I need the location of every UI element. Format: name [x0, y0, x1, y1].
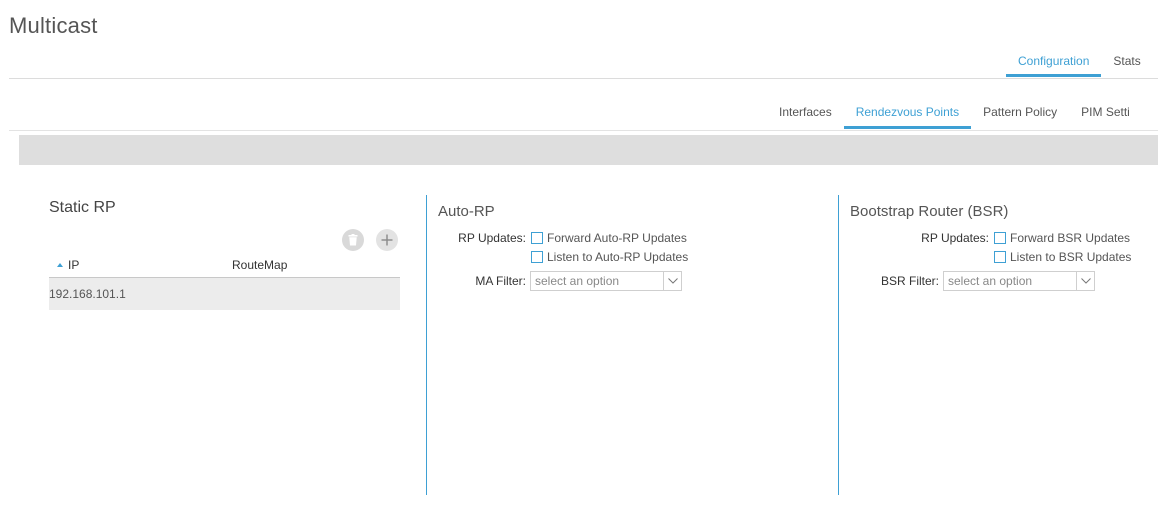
ma-filter-select[interactable]: select an option: [530, 271, 682, 291]
column-header-routemap[interactable]: RouteMap: [232, 258, 287, 272]
tab-stats[interactable]: Stats: [1101, 54, 1152, 79]
top-tabs: Configuration Stats: [1006, 54, 1153, 79]
auto-rp-title: Auto-RP: [438, 203, 495, 220]
tab-interfaces[interactable]: Interfaces: [767, 105, 844, 131]
trash-icon: [348, 234, 358, 246]
add-button[interactable]: [376, 229, 398, 251]
bsr-filter-label: BSR Filter:: [880, 274, 939, 288]
bsr-filter-select[interactable]: select an option: [943, 271, 1095, 291]
listen-bsr-label: Listen to BSR Updates: [1010, 250, 1132, 264]
listen-auto-rp-label: Listen to Auto-RP Updates: [547, 250, 689, 264]
top-tabs-divider: [9, 78, 1158, 79]
forward-bsr-checkbox[interactable]: [994, 232, 1006, 244]
page-title: Multicast: [9, 13, 98, 38]
chevron-down-icon: [667, 278, 678, 284]
bsr-filter-placeholder: select an option: [948, 274, 1033, 288]
table-header: IP RouteMap: [49, 255, 400, 278]
ma-filter-label: MA Filter:: [475, 274, 526, 288]
listen-auto-rp-checkbox[interactable]: [531, 251, 543, 263]
panel-divider-left: [426, 195, 427, 495]
forward-auto-rp-label: Forward Auto-RP Updates: [547, 231, 687, 245]
page: Multicast Configuration Stats Interfaces…: [0, 0, 1158, 531]
auto-rp-listen-row: Listen to Auto-RP Updates: [531, 250, 688, 264]
chevron-down-icon: [1080, 278, 1091, 284]
column-header-ip-label: IP: [68, 258, 80, 272]
sub-tabs: Interfaces Rendezvous Points Pattern Pol…: [767, 105, 1142, 131]
sort-ascending-icon: [57, 263, 63, 267]
bsr-listen-row: Listen to BSR Updates: [994, 250, 1131, 264]
tab-pattern-policy[interactable]: Pattern Policy: [971, 105, 1069, 131]
forward-bsr-label: Forward BSR Updates: [1010, 231, 1131, 245]
plus-icon: [381, 234, 393, 246]
delete-button[interactable]: [342, 229, 364, 251]
bsr-rp-updates-label: RP Updates:: [921, 231, 989, 245]
bsr-forward-row: RP Updates: Forward BSR Updates: [917, 231, 1130, 245]
ma-filter-placeholder: select an option: [535, 274, 620, 288]
ma-filter-row: MA Filter: select an option: [456, 271, 682, 291]
table-row[interactable]: 192.168.101.1: [49, 278, 400, 310]
listen-bsr-checkbox[interactable]: [994, 251, 1006, 263]
sub-tabs-divider: [9, 130, 1158, 131]
panel-divider-right: [838, 195, 839, 495]
auto-rp-rp-updates-label: RP Updates:: [458, 231, 526, 245]
bsr-title: Bootstrap Router (BSR): [850, 203, 1009, 220]
cell-ip: 192.168.101.1: [49, 287, 126, 301]
column-header-ip[interactable]: IP: [57, 258, 79, 272]
forward-auto-rp-checkbox[interactable]: [531, 232, 543, 244]
tab-configuration[interactable]: Configuration: [1006, 54, 1102, 79]
tab-rendezvous-points[interactable]: Rendezvous Points: [843, 105, 972, 131]
auto-rp-forward-row: RP Updates: Forward Auto-RP Updates: [456, 231, 687, 245]
static-rp-table: IP RouteMap 192.168.101.1: [49, 255, 400, 310]
static-rp-title: Static RP: [49, 199, 116, 216]
tab-pim-settings[interactable]: PIM Setti: [1069, 105, 1142, 131]
toolbar-band: [19, 135, 1158, 165]
bsr-filter-row: BSR Filter: select an option: [873, 271, 1095, 291]
